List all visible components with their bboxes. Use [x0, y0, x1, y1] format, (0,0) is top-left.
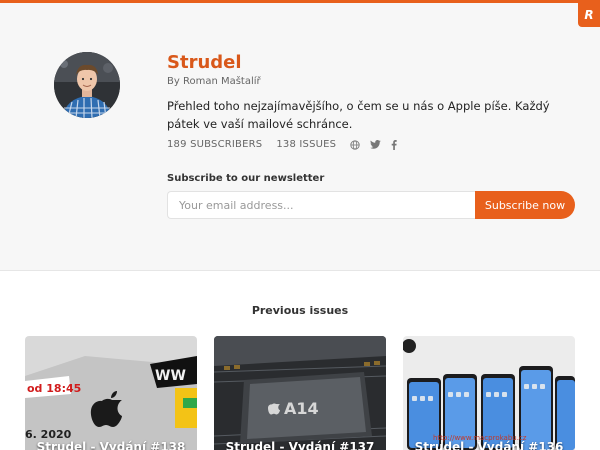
- issue-title[interactable]: Strudel - Vydání #136: [403, 440, 575, 450]
- issue-thumbnail: http://www.macprokabu.cz: [403, 336, 575, 450]
- issue-title[interactable]: Strudel - Vydání #137: [214, 440, 386, 450]
- issue-card[interactable]: A14 Strudel - Vydání #137: [214, 336, 386, 450]
- issue-thumbnail: A14: [214, 336, 386, 450]
- avatar: [54, 52, 120, 118]
- facebook-icon[interactable]: [391, 139, 397, 150]
- previous-issues-heading: Previous issues: [251, 304, 349, 317]
- issue-card[interactable]: WW od 18:45 6. 2020 Strudel - Vydání #13…: [25, 336, 197, 450]
- globe-icon[interactable]: [350, 139, 360, 150]
- subscriber-count: 189 SUBSCRIBERS: [167, 139, 263, 150]
- profile-header: Strudel By Roman Maštalíř Přehled toho n…: [0, 3, 600, 271]
- thumb-time-text: od 18:45: [27, 382, 81, 395]
- newsletter-description: Přehled toho nejzajímavějšího, o čem se …: [167, 99, 550, 131]
- issue-count[interactable]: 138 ISSUES: [276, 139, 336, 150]
- newsletter-title[interactable]: Strudel: [167, 52, 242, 73]
- issue-card[interactable]: http://www.macprokabu.cz Strudel - Vydán…: [403, 336, 575, 450]
- email-input[interactable]: [167, 191, 475, 219]
- stats-row: 189 SUBSCRIBERS 138 ISSUES: [167, 139, 407, 150]
- revue-logo-icon[interactable]: R: [578, 3, 600, 27]
- twitter-icon[interactable]: [370, 140, 382, 149]
- thumb-www-text: WW: [155, 368, 186, 384]
- thumb-chip-text: A14: [284, 399, 319, 418]
- subscribe-label: Subscribe to our newsletter: [167, 173, 325, 184]
- subscribe-button[interactable]: Subscribe now: [475, 191, 575, 219]
- issue-title[interactable]: Strudel - Vydání #138: [25, 440, 197, 450]
- issue-thumbnail: WW od 18:45 6. 2020: [25, 336, 197, 450]
- author-byline: By Roman Maštalíř: [167, 76, 261, 87]
